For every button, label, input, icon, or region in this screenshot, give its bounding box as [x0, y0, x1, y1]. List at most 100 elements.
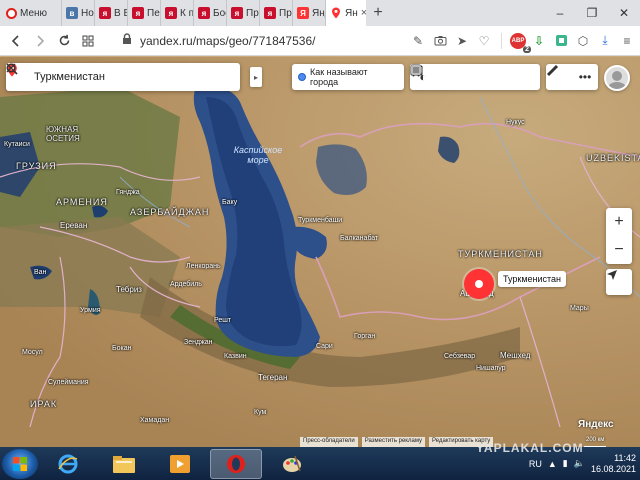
city-label-sulaymaniya[interactable]: Сулеймания	[48, 379, 89, 386]
tab-yaplakal-3[interactable]: я К пр	[161, 0, 194, 26]
region-label-south-ossetia[interactable]: ЮЖНАЯ ОСЕТИЯ	[46, 125, 80, 143]
footer-link-copyright[interactable]: Пресс-обладатели	[300, 437, 358, 447]
back-arrow-icon	[11, 34, 19, 47]
volume-icon[interactable]: 🔈	[574, 458, 585, 469]
zoom-out-button[interactable]: −	[606, 236, 632, 264]
city-label-nukus[interactable]: Нукус	[506, 119, 525, 126]
country-label-uzbekistan[interactable]: UZBEKISTA	[586, 153, 640, 163]
taskbar-opera[interactable]	[210, 448, 262, 479]
ruler-icon[interactable]	[546, 64, 572, 90]
map-layers-toolbar: ◐	[410, 64, 540, 90]
send-icon[interactable]: ➤	[453, 32, 471, 50]
yaplakal-icon: я	[198, 7, 210, 19]
close-window-button[interactable]: ✕	[608, 6, 640, 20]
city-label-kutaisi[interactable]: Кутаиси	[4, 141, 30, 148]
footer-link-advertise[interactable]: Разместить рекламу	[361, 437, 426, 447]
tab-yaplakal-5[interactable]: я При	[227, 0, 260, 26]
city-label-tebriz[interactable]: Тебриз	[116, 285, 142, 294]
city-label-baku[interactable]: Баку	[222, 199, 237, 206]
city-label-kazvin[interactable]: Казвин	[224, 353, 247, 360]
tab-menu[interactable]: Меню	[0, 0, 62, 26]
url-field[interactable]: yandex.ru/maps/geo/771847536/	[140, 34, 315, 48]
reload-button[interactable]	[52, 29, 76, 53]
city-label-ganja[interactable]: Гянджа	[116, 189, 140, 196]
tab-yandex[interactable]: Я Янд	[293, 0, 326, 26]
city-label-ardabil[interactable]: Ардебиль	[170, 281, 202, 288]
city-label-hamadan[interactable]: Хамадан	[140, 417, 169, 424]
tab-yandex-maps[interactable]: Ян ×	[326, 0, 366, 26]
city-label-van[interactable]: Ван	[34, 269, 46, 276]
downloads-icon[interactable]: ⤓	[596, 32, 614, 50]
close-icon[interactable]	[6, 63, 232, 86]
taskbar-paint[interactable]	[266, 449, 318, 479]
zoom-in-button[interactable]: +	[606, 208, 632, 236]
minimize-button[interactable]: –	[544, 6, 576, 20]
tab-label: Нов	[81, 7, 94, 19]
country-label-turkmenistan[interactable]: ТУРКМЕНИСТАН	[458, 249, 543, 259]
city-label-mosul[interactable]: Мосул	[22, 349, 43, 356]
country-label-iraq[interactable]: ИРАК	[30, 399, 57, 409]
clock[interactable]: 11:42 16.08.2021	[591, 453, 636, 475]
city-label-mashhad[interactable]: Мешхед	[500, 351, 530, 360]
city-label-rasht[interactable]: Решт	[214, 317, 231, 324]
city-label-mary[interactable]: Мары	[570, 305, 589, 312]
cube-icon[interactable]: ⬡	[574, 32, 592, 50]
city-label-lenkoran[interactable]: Ленкорань	[186, 263, 221, 270]
marker-label[interactable]: Туркменистан	[498, 271, 567, 287]
country-label-armenia[interactable]: АРМЕНИЯ	[56, 197, 108, 207]
network-icon[interactable]: ▮	[563, 458, 568, 469]
country-label-georgia[interactable]: ГРУЗИЯ	[16, 161, 57, 171]
heart-icon[interactable]: ♡	[475, 32, 493, 50]
city-label-turkmenbashi[interactable]: Туркменбаши	[298, 217, 342, 224]
yandex-logo[interactable]: Яндекс	[578, 419, 614, 430]
tab-yaplakal-6[interactable]: я Про	[260, 0, 293, 26]
search-input[interactable]	[34, 71, 184, 83]
maximize-button[interactable]: ❐	[576, 6, 608, 20]
avatar[interactable]	[604, 65, 630, 91]
country-label-azerbaijan[interactable]: АЗЕРБАЙДЖАН	[130, 207, 209, 217]
speed-dial-button[interactable]	[76, 29, 100, 53]
tab-yaplakal-4[interactable]: я Бое	[194, 0, 227, 26]
collapse-panel-button[interactable]: ▸	[250, 67, 262, 87]
map-canvas[interactable]: Каспийское море ТУРКМЕНИСТАН UZBEKISTA Г…	[0, 57, 640, 447]
forward-button[interactable]	[28, 29, 52, 53]
city-label-urmiya[interactable]: Урмия	[80, 307, 101, 314]
city-label-sari[interactable]: Сари	[316, 343, 333, 350]
extension-icon[interactable]	[552, 32, 570, 50]
city-label-sebzevar[interactable]: Себзевар	[444, 353, 475, 360]
city-label-tehran[interactable]: Тегеран	[258, 373, 287, 382]
traffic-icon[interactable]	[411, 64, 540, 90]
taskbar-media-player[interactable]	[154, 449, 206, 479]
city-label-zenjan[interactable]: Зенджан	[184, 339, 213, 346]
city-label-erevan[interactable]: Ереван	[60, 221, 87, 230]
location-marker[interactable]	[464, 269, 494, 299]
bus-icon[interactable]	[411, 64, 514, 90]
camera-icon[interactable]	[431, 32, 449, 50]
city-label-nishapur[interactable]: Нишапур	[476, 365, 506, 372]
language-indicator[interactable]: RU	[529, 459, 542, 469]
camera-icon[interactable]	[410, 64, 488, 90]
start-button[interactable]	[2, 448, 38, 479]
edit-icon[interactable]: ✎	[409, 32, 427, 50]
city-label-kum[interactable]: Кум	[254, 409, 266, 416]
more-icon[interactable]: •••	[572, 64, 598, 90]
taskbar-internet-explorer[interactable]	[42, 449, 94, 479]
tab-vk[interactable]: в Нов	[62, 0, 95, 26]
search-icon[interactable]	[6, 63, 208, 86]
menu-icon[interactable]: ≡	[618, 32, 636, 50]
lock-icon[interactable]	[122, 33, 136, 48]
show-hidden-icons-icon[interactable]: ▲	[548, 459, 557, 469]
adblock-icon[interactable]: ABP 2	[510, 32, 531, 53]
tab-yaplakal-1[interactable]: я В Вс	[95, 0, 128, 26]
city-label-balkanabat[interactable]: Балканабат	[340, 235, 378, 242]
panorama-icon[interactable]	[410, 64, 462, 90]
taskbar-explorer[interactable]	[98, 449, 150, 479]
download-arrow-icon[interactable]: ⇩	[530, 32, 548, 50]
new-tab-button[interactable]: +	[366, 4, 390, 22]
locate-me-button[interactable]	[606, 269, 632, 295]
city-label-gorgan[interactable]: Горган	[354, 333, 375, 340]
city-names-button[interactable]: Как называют города	[292, 64, 404, 90]
tab-yaplakal-2[interactable]: я Пер	[128, 0, 161, 26]
back-button[interactable]	[4, 29, 28, 53]
city-label-bokan[interactable]: Бокан	[112, 345, 131, 352]
